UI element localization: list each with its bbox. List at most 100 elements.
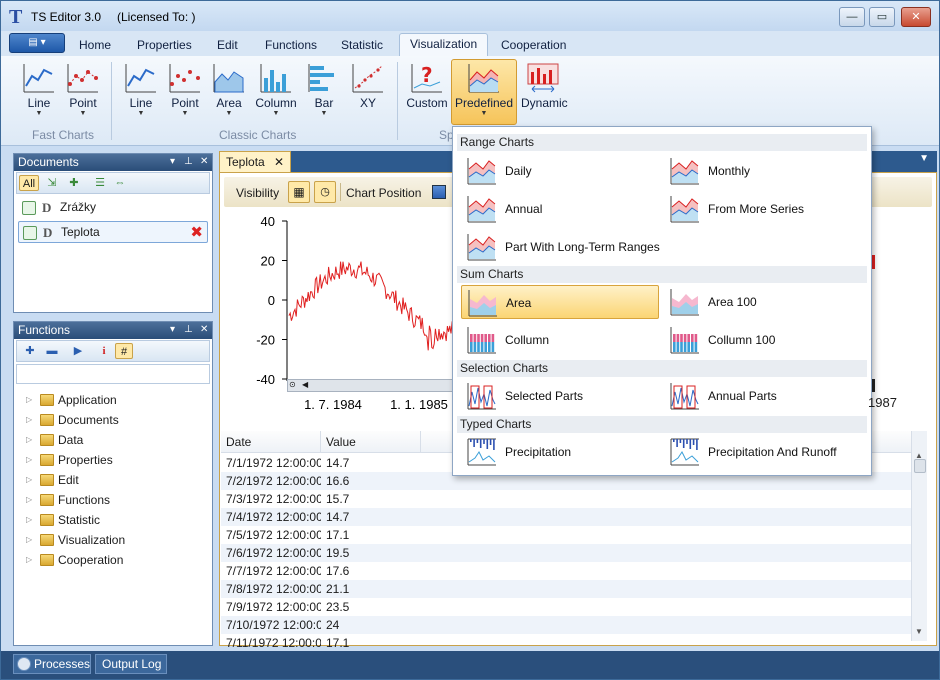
tab-home[interactable]: Home xyxy=(69,35,121,56)
cell-value[interactable]: 21.1 xyxy=(321,580,421,598)
column-header-date[interactable]: Date xyxy=(221,431,321,453)
cell-date[interactable]: 7/3/1972 12:00:00 xyxy=(221,490,321,508)
cell-date[interactable]: 7/10/1972 12:00:00 xyxy=(221,616,321,634)
document-item[interactable]: D Teplota ✖ xyxy=(18,221,208,243)
pin-icon[interactable]: ⊥ xyxy=(184,322,193,338)
table-row[interactable]: 7/4/1972 12:00:00 14.7 xyxy=(221,508,911,526)
info-icon[interactable]: i xyxy=(95,343,113,359)
chart-position-icon[interactable] xyxy=(432,185,446,199)
cell-date[interactable]: 7/9/1972 12:00:00 xyxy=(221,598,321,616)
chart-horizontal-scrollbar[interactable]: ⊙ ◀ xyxy=(287,379,453,392)
classic-point-button[interactable]: Point ▼ xyxy=(163,60,207,122)
list-icon[interactable]: ☰ xyxy=(91,175,109,191)
remove-document-icon[interactable]: ✖ xyxy=(190,222,203,243)
cell-date[interactable]: 7/2/1972 12:00:00 xyxy=(221,472,321,490)
menu-item-collumn-100[interactable]: Collumn 100 xyxy=(664,323,862,357)
table-row[interactable]: 7/7/1972 12:00:00 17.6 xyxy=(221,562,911,580)
cell-value[interactable]: 17.1 xyxy=(321,634,421,652)
fast-line-button[interactable]: Line ▼ xyxy=(17,60,61,122)
tree-item-cooperation[interactable]: ▷ Cooperation xyxy=(24,550,123,570)
expand-icon[interactable]: ▷ xyxy=(26,470,32,490)
cell-value[interactable]: 14.7 xyxy=(321,454,421,472)
menu-item-selected-parts[interactable]: Selected Parts xyxy=(461,379,659,413)
expand-icon[interactable]: ▷ xyxy=(26,430,32,450)
expand-icon[interactable]: ▷ xyxy=(26,490,32,510)
tab-cooperation[interactable]: Cooperation xyxy=(491,35,576,56)
custom-chart-button[interactable]: ? Custom xyxy=(405,60,449,122)
tree-item-visualization[interactable]: ▷ Visualization xyxy=(24,530,125,550)
tab-statistic[interactable]: Statistic xyxy=(331,35,393,56)
output-log-tab[interactable]: Output Log xyxy=(95,654,167,674)
processes-tab[interactable]: Processes xyxy=(13,654,91,674)
table-row[interactable]: 7/11/1972 12:00:00 17.1 xyxy=(221,634,911,652)
panel-dropdown-icon[interactable]: ▾ xyxy=(170,322,175,338)
menu-item-monthly[interactable]: Monthly xyxy=(664,154,862,188)
maximize-button[interactable]: ▭ xyxy=(869,7,895,27)
document-item[interactable]: D Zrážky xyxy=(18,197,208,219)
table-row[interactable]: 7/3/1972 12:00:00 15.7 xyxy=(221,490,911,508)
cell-date[interactable]: 7/4/1972 12:00:00 xyxy=(221,508,321,526)
classic-column-button[interactable]: Column ▼ xyxy=(254,60,298,122)
cell-date[interactable]: 7/6/1972 12:00:00 xyxy=(221,544,321,562)
grid-vertical-scrollbar[interactable]: ▲ ▼ xyxy=(911,431,927,641)
classic-bar-button[interactable]: Bar ▼ xyxy=(302,60,346,122)
menu-item-collumn[interactable]: Collumn xyxy=(461,323,659,357)
all-documents-button[interactable]: All xyxy=(19,175,39,191)
menu-item-precipitation[interactable]: Precipitation xyxy=(461,435,659,469)
menu-item-daily[interactable]: Daily xyxy=(461,154,659,188)
cell-date[interactable]: 7/11/1972 12:00:00 xyxy=(221,634,321,652)
cell-value[interactable]: 17.6 xyxy=(321,562,421,580)
scroll-thumb[interactable] xyxy=(914,459,926,473)
expand-icon[interactable]: ▷ xyxy=(26,530,32,550)
table-row[interactable]: 7/8/1972 12:00:00 21.1 xyxy=(221,580,911,598)
tree-item-functions[interactable]: ▷ Functions xyxy=(24,490,110,510)
table-row[interactable]: 7/10/1972 12:00:00 24 xyxy=(221,616,911,634)
classic-area-button[interactable]: Area ▼ xyxy=(207,60,251,122)
tab-functions[interactable]: Functions xyxy=(255,35,327,56)
add-function-icon[interactable]: ✚ xyxy=(21,343,39,359)
cell-value[interactable]: 17.1 xyxy=(321,526,421,544)
table-view-button[interactable]: ▦ xyxy=(288,181,310,203)
cell-value[interactable]: 15.7 xyxy=(321,490,421,508)
close-icon[interactable]: ✕ xyxy=(200,154,208,170)
menu-item-precipitation-and-runoff[interactable]: Precipitation And Runoff xyxy=(664,435,862,469)
cell-date[interactable]: 7/1/1972 12:00:00 xyxy=(221,454,321,472)
menu-item-annual-parts[interactable]: Annual Parts xyxy=(664,379,862,413)
table-row[interactable]: 7/6/1972 12:00:00 19.5 xyxy=(221,544,911,562)
menu-item-part-with-long-term-ranges[interactable]: Part With Long-Term Ranges xyxy=(461,230,660,264)
cell-date[interactable]: 7/8/1972 12:00:00 xyxy=(221,580,321,598)
dynamic-chart-button[interactable]: Dynamic xyxy=(521,60,568,122)
app-menu-button[interactable]: ▤ ▾ xyxy=(9,33,65,53)
close-tab-icon[interactable]: ✕ xyxy=(274,152,284,172)
panel-dropdown-icon[interactable]: ▾ xyxy=(170,154,175,170)
cell-date[interactable]: 7/5/1972 12:00:00 xyxy=(221,526,321,544)
menu-item-from-more-series[interactable]: From More Series xyxy=(664,192,862,226)
functions-search-input[interactable] xyxy=(16,364,210,384)
cell-value[interactable]: 23.5 xyxy=(321,598,421,616)
expand-icon[interactable]: ▷ xyxy=(26,410,32,430)
predefined-chart-button[interactable]: Predefined ▼ xyxy=(451,59,517,125)
cell-date[interactable]: 7/7/1972 12:00:00 xyxy=(221,562,321,580)
cell-value[interactable]: 16.6 xyxy=(321,472,421,490)
cell-value[interactable]: 14.7 xyxy=(321,508,421,526)
swap-icon[interactable]: ⇔ xyxy=(111,175,129,191)
close-button[interactable]: ✕ xyxy=(901,7,931,27)
cell-value[interactable]: 24 xyxy=(321,616,421,634)
expand-icon[interactable]: ▷ xyxy=(26,550,32,570)
new-document-icon[interactable]: ✚ xyxy=(65,175,83,191)
remove-function-icon[interactable]: ▬ xyxy=(43,343,61,359)
hash-icon[interactable]: # xyxy=(115,343,133,359)
tree-item-statistic[interactable]: ▷ Statistic xyxy=(24,510,100,530)
menu-item-area[interactable]: Area xyxy=(461,285,659,319)
close-icon[interactable]: ✕ xyxy=(200,322,208,338)
tree-item-data[interactable]: ▷ Data xyxy=(24,430,83,450)
column-header-value[interactable]: Value xyxy=(321,431,421,453)
tab-properties[interactable]: Properties xyxy=(127,35,202,56)
tree-item-properties[interactable]: ▷ Properties xyxy=(24,450,113,470)
expand-icon[interactable]: ▷ xyxy=(26,390,32,410)
tab-list-icon[interactable]: ▼ xyxy=(919,153,929,164)
scroll-left-icon[interactable]: ◀ xyxy=(302,380,308,389)
expand-icon[interactable]: ▷ xyxy=(26,510,32,530)
classic-line-button[interactable]: Line ▼ xyxy=(119,60,163,122)
expand-icon[interactable]: ▷ xyxy=(26,450,32,470)
